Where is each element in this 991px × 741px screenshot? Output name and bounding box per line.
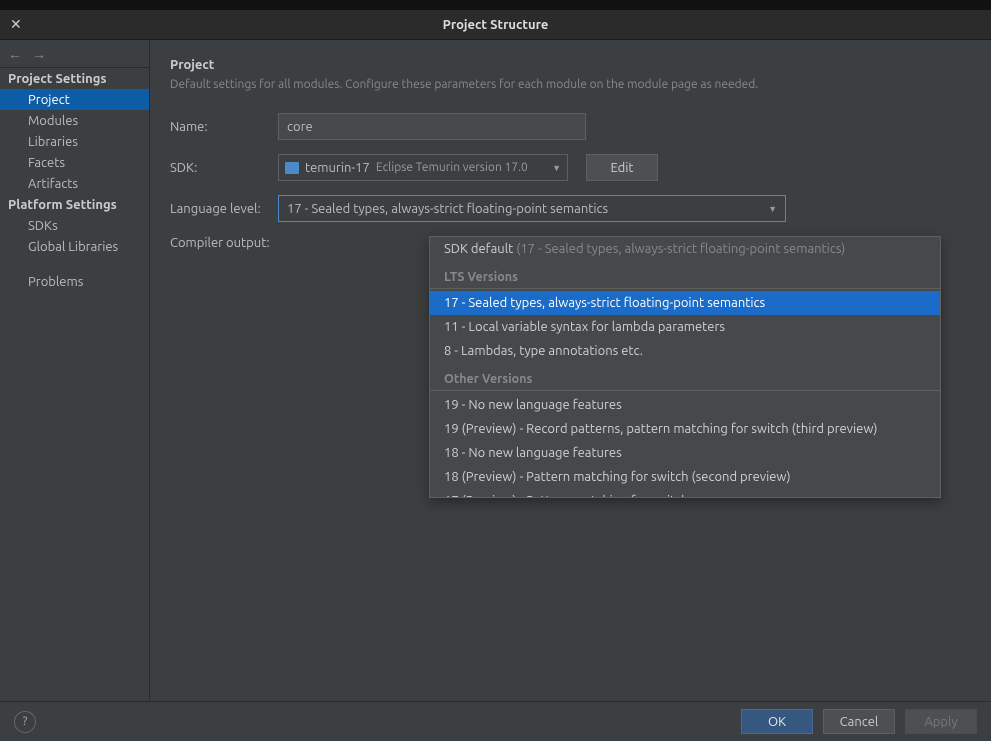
- dialog-footer: ? OK Cancel Apply: [0, 701, 991, 741]
- sidebar-item-artifacts[interactable]: Artifacts: [0, 173, 149, 194]
- dropdown-item[interactable]: 19 - No new language features: [430, 393, 940, 417]
- language-level-value: 17 - Sealed types, always-strict floatin…: [287, 202, 608, 216]
- sidebar-item-global-libraries[interactable]: Global Libraries: [0, 236, 149, 257]
- sidebar-item-problems[interactable]: Problems: [0, 271, 149, 292]
- sidebar-section-header: Project Settings: [0, 68, 149, 89]
- dropdown-item[interactable]: 18 (Preview) - Pattern matching for swit…: [430, 465, 940, 489]
- sdk-select[interactable]: temurin-17 Eclipse Temurin version 17.0 …: [278, 154, 568, 181]
- dropdown-item[interactable]: 11 - Local variable syntax for lambda pa…: [430, 315, 940, 339]
- cancel-button[interactable]: Cancel: [823, 709, 895, 734]
- ok-button[interactable]: OK: [741, 709, 813, 734]
- language-level-select[interactable]: 17 - Sealed types, always-strict floatin…: [278, 195, 786, 222]
- dropdown-item[interactable]: 18 - No new language features: [430, 441, 940, 465]
- sdk-name: temurin-17: [305, 161, 370, 175]
- dropdown-group-lts: LTS Versions: [430, 265, 940, 289]
- sidebar-item-libraries[interactable]: Libraries: [0, 131, 149, 152]
- language-level-label: Language level:: [170, 202, 278, 216]
- dropdown-item[interactable]: 19 (Preview) - Record patterns, pattern …: [430, 417, 940, 441]
- compiler-output-label: Compiler output:: [170, 236, 278, 250]
- project-name-input[interactable]: [278, 113, 586, 140]
- window-title: Project Structure: [0, 18, 991, 32]
- chevron-down-icon: ▼: [768, 204, 777, 214]
- language-level-dropdown: SDK default (17 - Sealed types, always-s…: [429, 236, 941, 498]
- dropdown-group-other: Other Versions: [430, 367, 940, 391]
- close-icon[interactable]: ✕: [10, 16, 22, 33]
- name-label: Name:: [170, 120, 278, 134]
- page-heading: Project: [170, 58, 971, 72]
- nav-back-icon[interactable]: ←: [8, 46, 22, 62]
- title-bar: ✕ Project Structure: [0, 10, 991, 40]
- apply-button[interactable]: Apply: [905, 709, 977, 734]
- dropdown-item-sdk-default[interactable]: SDK default (17 - Sealed types, always-s…: [430, 237, 940, 261]
- chevron-down-icon: ▼: [552, 163, 561, 173]
- dropdown-item[interactable]: 17 (Preview) - Pattern matching for swit…: [430, 489, 940, 497]
- edit-sdk-button[interactable]: Edit: [586, 154, 658, 181]
- nav-forward-icon[interactable]: →: [32, 46, 46, 62]
- sdk-version: Eclipse Temurin version 17.0: [376, 161, 546, 174]
- sidebar-item-modules[interactable]: Modules: [0, 110, 149, 131]
- help-button[interactable]: ?: [14, 711, 36, 733]
- dropdown-item[interactable]: 17 - Sealed types, always-strict floatin…: [430, 291, 940, 315]
- sdk-label: SDK:: [170, 161, 278, 175]
- sidebar-item-facets[interactable]: Facets: [0, 152, 149, 173]
- sidebar-item-sdks[interactable]: SDKs: [0, 215, 149, 236]
- content-pane: Project Default settings for all modules…: [150, 40, 991, 701]
- sdk-folder-icon: [285, 162, 299, 174]
- sidebar-item-project[interactable]: Project: [0, 89, 149, 110]
- dropdown-item[interactable]: 8 - Lambdas, type annotations etc.: [430, 339, 940, 363]
- page-description: Default settings for all modules. Config…: [170, 78, 971, 91]
- sidebar: ← → Project SettingsProjectModulesLibrar…: [0, 40, 150, 701]
- dropdown-scroll[interactable]: SDK default (17 - Sealed types, always-s…: [430, 237, 940, 497]
- sidebar-section-header: Platform Settings: [0, 194, 149, 215]
